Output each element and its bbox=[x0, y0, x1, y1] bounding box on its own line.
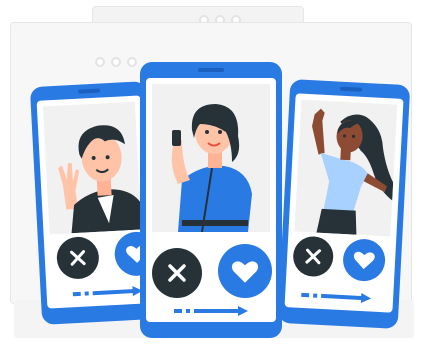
dating-app-illustration bbox=[0, 0, 427, 347]
window-dot bbox=[127, 57, 137, 67]
reject-button[interactable] bbox=[55, 235, 100, 280]
arrow-right-icon[interactable] bbox=[72, 285, 144, 299]
phone-speaker bbox=[339, 86, 363, 92]
phone-right bbox=[277, 79, 411, 329]
arrow-right-icon[interactable] bbox=[301, 290, 373, 304]
phone-left bbox=[29, 81, 159, 325]
profile-photo bbox=[152, 84, 270, 233]
arrow-right-icon[interactable] bbox=[174, 306, 250, 316]
close-icon bbox=[168, 264, 186, 282]
window-dot bbox=[95, 57, 105, 67]
person-waving-illustration bbox=[58, 125, 142, 234]
phone-screen bbox=[284, 93, 404, 313]
reject-button[interactable] bbox=[152, 248, 202, 298]
like-button[interactable] bbox=[342, 238, 387, 283]
heart-icon bbox=[231, 260, 259, 283]
phone-screen bbox=[146, 78, 276, 322]
close-icon bbox=[70, 250, 86, 266]
profile-photo bbox=[42, 101, 142, 235]
reject-button[interactable] bbox=[292, 235, 335, 278]
person-dancing-illustration bbox=[312, 108, 394, 235]
profile-photo bbox=[294, 99, 398, 237]
phone-screen bbox=[36, 95, 152, 309]
close-icon bbox=[305, 248, 322, 265]
person-on-phone-illustration bbox=[171, 104, 252, 233]
phone-speaker bbox=[78, 88, 101, 94]
heart-icon bbox=[353, 251, 375, 270]
like-button[interactable] bbox=[218, 244, 272, 298]
phone-speaker bbox=[198, 68, 224, 72]
phone-center bbox=[140, 62, 282, 338]
window-dot bbox=[111, 57, 121, 67]
